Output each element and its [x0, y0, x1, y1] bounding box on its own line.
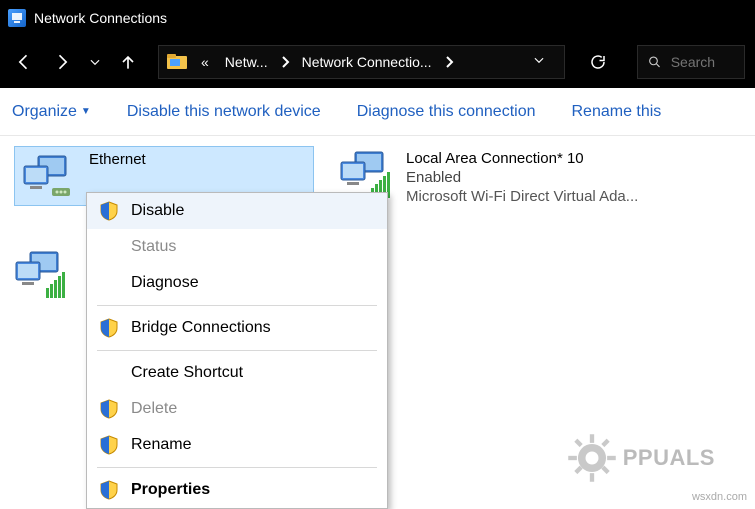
connection-status: Enabled [406, 169, 638, 186]
ctx-separator [97, 305, 377, 306]
shield-icon [99, 399, 119, 419]
breadcrumb-item-1[interactable]: Netw... [217, 46, 276, 78]
address-bar[interactable]: « Netw... Network Connectio... [158, 45, 565, 79]
ctx-bridge[interactable]: Bridge Connections [87, 310, 387, 346]
ctx-label: Delete [131, 400, 177, 418]
address-history-button[interactable] [526, 53, 552, 72]
ctx-delete: Delete [87, 391, 387, 427]
breadcrumb-prefix[interactable]: « [193, 46, 217, 78]
ctx-label: Diagnose [131, 274, 199, 292]
organize-menu[interactable]: Organize ▼ [12, 103, 91, 121]
organize-label: Organize [12, 103, 77, 121]
watermark-logo: PPUALS [565, 431, 715, 485]
ethernet-icon [21, 151, 79, 201]
ctx-label: Disable [131, 202, 184, 220]
ctx-label: Create Shortcut [131, 364, 243, 382]
search-box[interactable] [637, 45, 745, 79]
back-button[interactable] [10, 48, 38, 76]
diagnose-connection-command[interactable]: Diagnose this connection [357, 103, 536, 121]
chevron-down-icon: ▼ [81, 106, 91, 117]
chevron-right-icon[interactable] [276, 56, 294, 68]
disable-device-command[interactable]: Disable this network device [127, 103, 321, 121]
connection-item-wifi[interactable] [14, 250, 70, 300]
gear-icon [565, 431, 619, 485]
forward-button[interactable] [48, 48, 76, 76]
connection-name: Local Area Connection* 10 [406, 150, 638, 167]
ctx-disable[interactable]: Disable [87, 193, 387, 229]
ctx-properties[interactable]: Properties [87, 472, 387, 508]
ctx-label: Rename [131, 436, 191, 454]
shield-icon [99, 201, 119, 221]
ctx-rename[interactable]: Rename [87, 427, 387, 463]
shield-icon [99, 318, 119, 338]
connection-name: Ethernet [89, 151, 146, 168]
chevron-right-icon[interactable] [440, 56, 458, 68]
context-menu: Disable Status Diagnose Bridge Connectio… [86, 192, 388, 509]
connection-device: Microsoft Wi-Fi Direct Virtual Ada... [406, 188, 638, 205]
shield-icon [99, 480, 119, 500]
ctx-label: Status [131, 238, 176, 256]
ctx-diagnose[interactable]: Diagnose [87, 265, 387, 301]
breadcrumb-item-2[interactable]: Network Connectio... [294, 46, 440, 78]
watermark-brand: PPUALS [623, 445, 715, 471]
search-icon [648, 53, 661, 71]
ctx-separator [97, 350, 377, 351]
refresh-button[interactable] [575, 53, 621, 71]
up-button[interactable] [114, 48, 142, 76]
ctx-create-shortcut[interactable]: Create Shortcut [87, 355, 387, 391]
app-icon [8, 9, 26, 27]
watermark-site: wsxdn.com [692, 491, 747, 503]
ctx-separator [97, 467, 377, 468]
recent-locations-button[interactable] [86, 48, 104, 76]
ctx-label: Bridge Connections [131, 319, 271, 337]
search-input[interactable] [671, 54, 734, 70]
window-title: Network Connections [34, 10, 167, 26]
shield-icon [99, 435, 119, 455]
navigation-bar: « Netw... Network Connectio... [0, 36, 755, 88]
rename-connection-command[interactable]: Rename this [571, 103, 661, 121]
command-bar: Organize ▼ Disable this network device D… [0, 88, 755, 136]
ctx-label: Properties [131, 481, 210, 499]
ctx-status: Status [87, 229, 387, 265]
title-bar: Network Connections [0, 0, 755, 36]
folder-icon [165, 50, 189, 74]
